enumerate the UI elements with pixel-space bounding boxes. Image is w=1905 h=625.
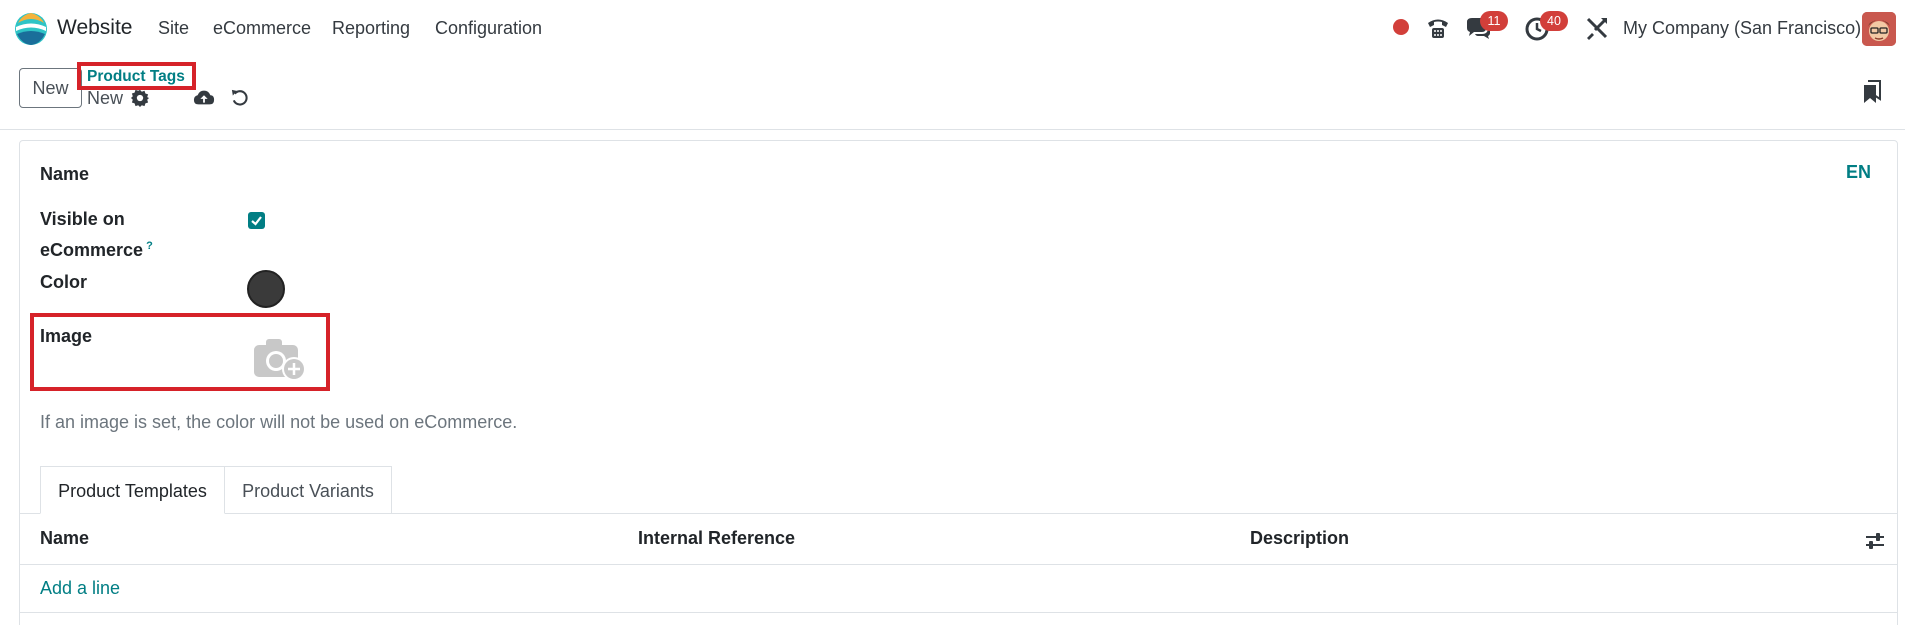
column-header-description[interactable]: Description bbox=[1250, 528, 1349, 549]
visible-on-ecommerce-checkbox[interactable] bbox=[248, 212, 265, 229]
column-header-name[interactable]: Name bbox=[40, 528, 89, 549]
list-row-divider bbox=[20, 612, 1897, 613]
visible-label-line2-text: eCommerce bbox=[40, 240, 144, 260]
save-cloud-icon[interactable] bbox=[193, 89, 215, 107]
recording-indicator-icon[interactable] bbox=[1393, 19, 1409, 35]
tab-product-templates[interactable]: Product Templates bbox=[40, 466, 225, 514]
menu-site[interactable]: Site bbox=[158, 18, 189, 39]
visible-label-line2: eCommerce? bbox=[40, 233, 153, 264]
visible-label-line1: Visible on bbox=[40, 209, 125, 229]
help-tooltip-icon[interactable]: ? bbox=[146, 240, 153, 252]
language-toggle[interactable]: EN bbox=[1846, 162, 1871, 183]
visible-on-ecommerce-label: Visible on eCommerce? bbox=[40, 206, 153, 264]
highlight-box-breadcrumb bbox=[77, 62, 196, 90]
color-picker-swatch[interactable] bbox=[247, 270, 285, 308]
menu-configuration[interactable]: Configuration bbox=[435, 18, 542, 39]
messages-badge: 11 bbox=[1480, 11, 1508, 31]
tab-product-variants[interactable]: Product Variants bbox=[224, 466, 392, 514]
website-app-logo-icon[interactable] bbox=[14, 12, 48, 46]
new-button[interactable]: New bbox=[19, 68, 82, 108]
user-avatar[interactable] bbox=[1862, 12, 1896, 46]
company-switcher[interactable]: My Company (San Francisco) bbox=[1623, 18, 1861, 39]
app-name[interactable]: Website bbox=[57, 16, 132, 40]
record-name: New bbox=[87, 88, 124, 108]
name-label: Name bbox=[40, 164, 90, 184]
menu-ecommerce[interactable]: eCommerce bbox=[213, 18, 311, 39]
highlight-box-image bbox=[30, 313, 330, 391]
discard-undo-icon[interactable] bbox=[230, 88, 249, 107]
debug-tools-icon[interactable] bbox=[1583, 14, 1611, 42]
bookmark-icon[interactable] bbox=[1862, 80, 1882, 104]
color-label: Color bbox=[40, 272, 87, 292]
menu-reporting[interactable]: Reporting bbox=[332, 18, 410, 39]
activities-badge: 40 bbox=[1540, 11, 1568, 31]
user-avatar-icon bbox=[1862, 12, 1896, 46]
gear-icon[interactable] bbox=[131, 89, 149, 107]
column-header-internal-reference[interactable]: Internal Reference bbox=[638, 528, 795, 549]
checkmark-icon bbox=[251, 216, 262, 226]
top-navbar: Website Site eCommerce Reporting Configu… bbox=[0, 0, 1905, 56]
image-help-text: If an image is set, the color will not b… bbox=[40, 412, 518, 432]
add-a-line-link[interactable]: Add a line bbox=[40, 578, 120, 599]
optional-columns-toggle-icon[interactable] bbox=[1864, 530, 1886, 552]
phone-icon[interactable] bbox=[1424, 14, 1452, 42]
control-panel: New Product Tags New bbox=[0, 56, 1905, 130]
list-header bbox=[20, 514, 1897, 565]
